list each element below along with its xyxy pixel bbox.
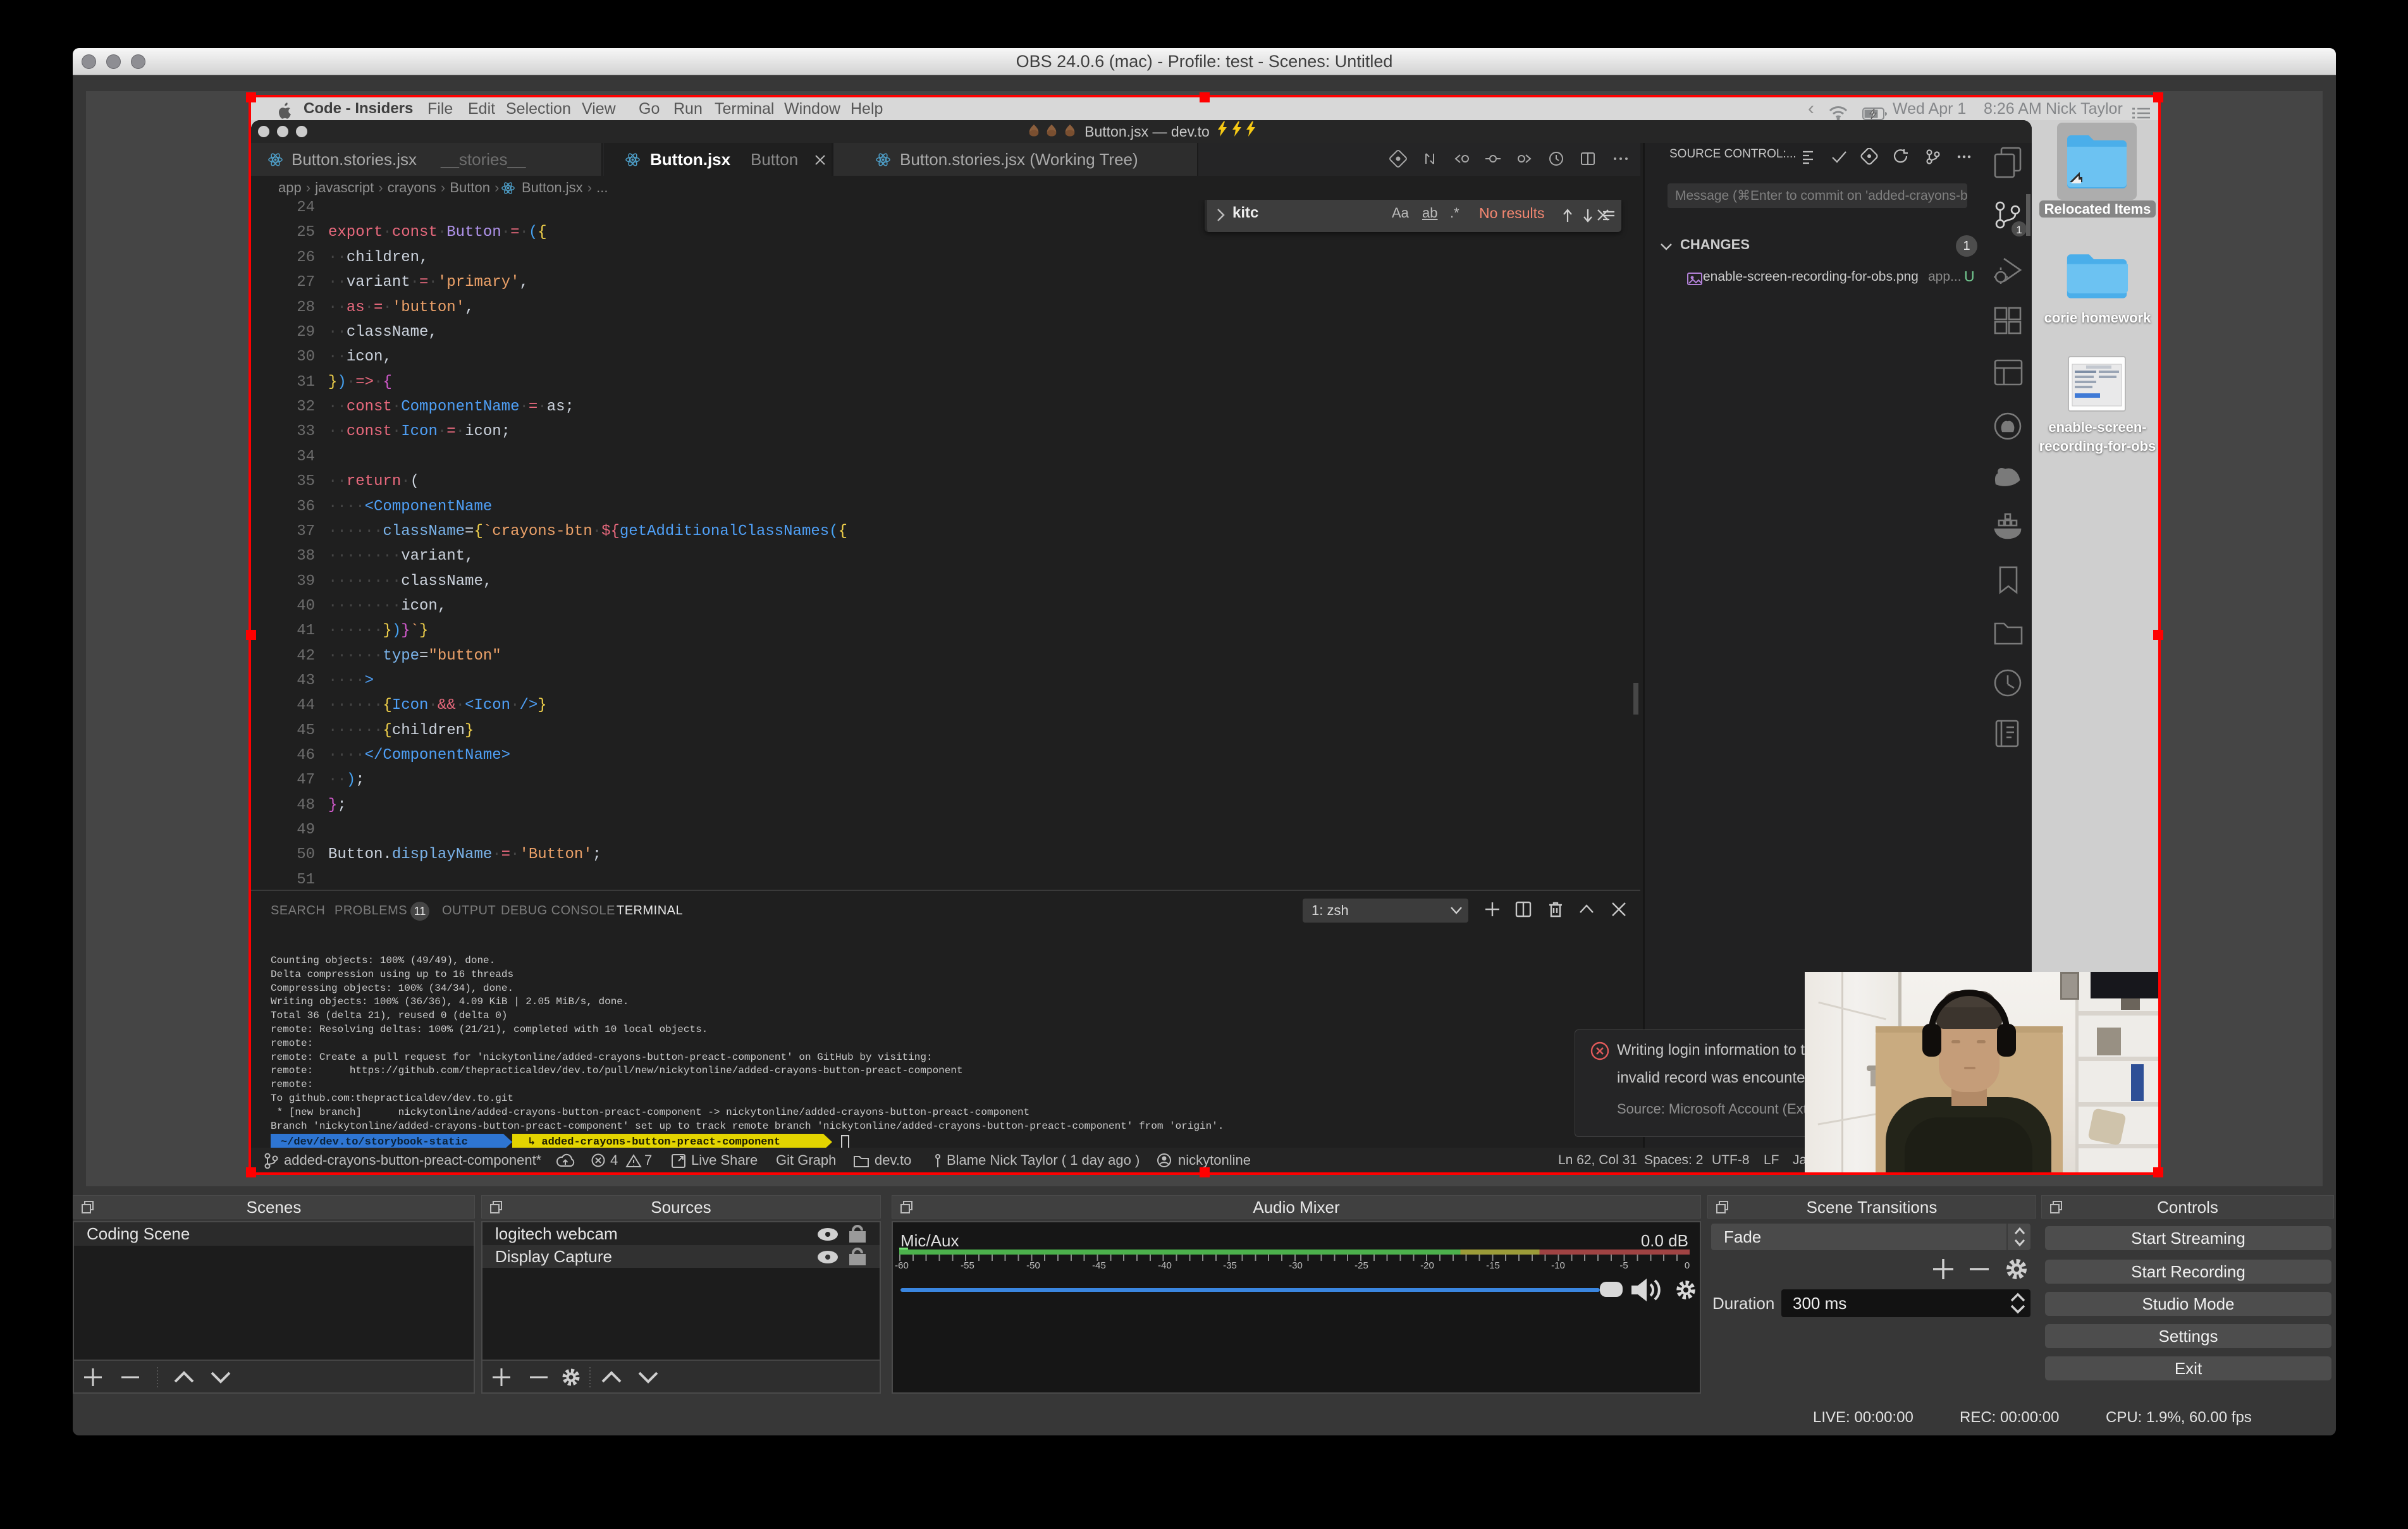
svg-text:1: 1 — [2016, 224, 2022, 236]
